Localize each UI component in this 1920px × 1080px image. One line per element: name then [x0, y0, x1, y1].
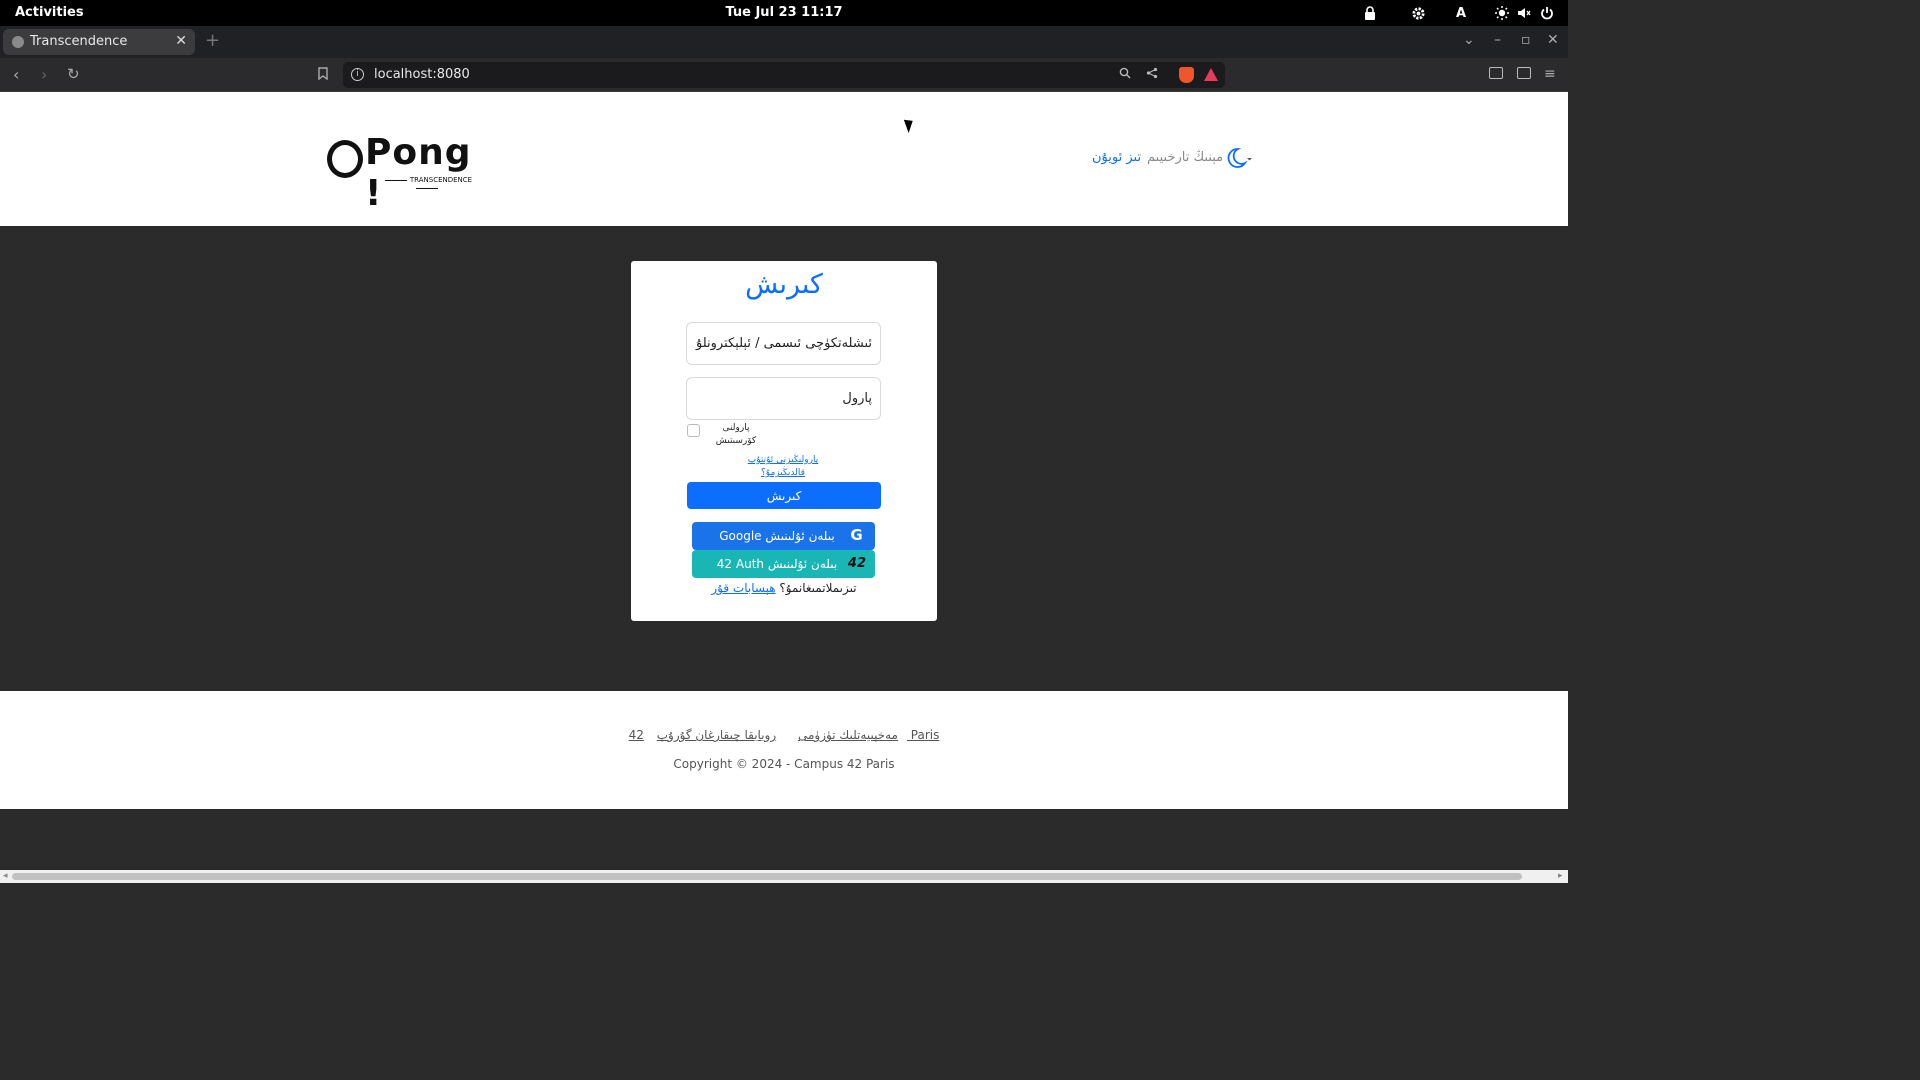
- school-42-icon: 42: [847, 556, 866, 571]
- volume-icon[interactable]: [1516, 4, 1532, 22]
- google-button-label: Google بىلەن ئۇلىنىش: [719, 529, 835, 543]
- close-window-icon[interactable]: ✕: [1547, 32, 1559, 48]
- signup-link[interactable]: ھېسابات قۇر: [711, 581, 775, 595]
- footer-link-team[interactable]: روبابقا چىقارغان گۇرۇپ: [657, 728, 776, 742]
- google-g-icon: G: [850, 526, 863, 544]
- site-info-icon[interactable]: i: [351, 68, 364, 81]
- login-title: كىرىش: [745, 269, 823, 300]
- login-button-label: كىرىش: [766, 488, 802, 503]
- footer-links: مەخپىيەتلىك تۈزۈمى روبابقا چىقارغان گۇرۇ…: [0, 728, 1568, 742]
- logo-word: Pong !: [365, 132, 472, 214]
- settings-icon[interactable]: [1409, 4, 1427, 22]
- clock[interactable]: Tue Jul 23 11:17: [0, 5, 1568, 20]
- show-password-checkbox[interactable]: [687, 424, 700, 437]
- forward-icon[interactable]: ›: [41, 65, 47, 84]
- lock-icon[interactable]: [1362, 4, 1378, 22]
- brightness-icon[interactable]: [1494, 4, 1510, 22]
- share-icon[interactable]: [1146, 67, 1158, 83]
- tab-strip: Transcendence ✕ + ⌄ – ▫ ✕: [0, 26, 1568, 58]
- maximize-icon[interactable]: ▫: [1521, 32, 1531, 48]
- browser-toolbar: ‹ › ↻ i localhost:8080 ≡: [0, 58, 1568, 92]
- site-footer: مەخپىيەتلىك تۈزۈمى روبابقا چىقارغان گۇرۇ…: [0, 691, 1568, 809]
- logo-ring: [327, 140, 363, 178]
- site-header: Pong ! TRANSCENDENCE تىز ئويۇن مېنىڭ تار…: [0, 92, 1568, 226]
- signup-prompt-text: تىزىملاتمىغانمۇ؟: [779, 581, 857, 595]
- forgot-password-link[interactable]: پارولىڭىزنى ئۇنتۇپ قالدىڭىزمۇ؟: [731, 454, 835, 480]
- address-bar[interactable]: i localhost:8080: [343, 62, 1225, 88]
- sidebar-toggle-icon[interactable]: [1489, 67, 1503, 79]
- url-text[interactable]: localhost:8080: [374, 67, 470, 82]
- minimize-icon[interactable]: –: [1494, 32, 1501, 48]
- brave-rewards-icon[interactable]: [1204, 68, 1218, 81]
- footer-link-privacy[interactable]: مەخپىيەتلىك تۈزۈمى: [798, 728, 898, 742]
- zoom-icon[interactable]: [1119, 67, 1131, 83]
- signup-prompt: تىزىملاتمىغانمۇ؟ ھېسابات قۇر: [631, 581, 937, 595]
- tab-title: Transcendence: [30, 34, 128, 49]
- menu-icon[interactable]: ≡: [1544, 66, 1556, 82]
- auth42-button-label: 42 Auth بىلەن ئۇلىنىش: [716, 557, 838, 571]
- bookmark-icon[interactable]: [318, 67, 328, 84]
- copyright: Copyright © 2024 - Campus 42 Paris: [673, 757, 895, 771]
- nav-quick-play[interactable]: تىز ئويۇن: [1092, 150, 1141, 165]
- system-top-bar: Activities Tue Jul 23 11:17 A: [0, 0, 1568, 26]
- reload-icon[interactable]: ↻: [67, 65, 80, 83]
- auth42-login-button[interactable]: 42 Auth بىلەن ئۇلىنىش 42: [692, 550, 875, 578]
- keyboard-layout-icon[interactable]: A: [1454, 4, 1468, 22]
- password-input[interactable]: [686, 377, 881, 420]
- back-icon[interactable]: ‹: [13, 65, 19, 84]
- theme-toggle-moon-icon[interactable]: [1226, 147, 1252, 169]
- google-login-button[interactable]: Google بىلەن ئۇلىنىش G: [692, 522, 875, 550]
- username-input[interactable]: [686, 322, 881, 365]
- login-button[interactable]: كىرىش: [687, 482, 881, 509]
- brave-shields-icon[interactable]: [1179, 67, 1194, 83]
- tab-transcendence[interactable]: Transcendence ✕: [3, 29, 195, 55]
- scroll-left-icon[interactable]: ◂: [3, 871, 8, 881]
- show-password-label: پارولنى كۆرسىتىش: [715, 423, 757, 446]
- tab-list-chevron-icon[interactable]: ⌄: [1463, 32, 1475, 48]
- power-icon[interactable]: [1539, 4, 1555, 22]
- logo-subtitle: TRANSCENDENCE: [373, 176, 481, 192]
- pong-logo[interactable]: Pong ! TRANSCENDENCE: [325, 132, 485, 214]
- close-tab-icon[interactable]: ✕: [175, 33, 187, 49]
- scrollbar-thumb[interactable]: [12, 873, 1522, 880]
- wallet-icon[interactable]: [1517, 67, 1531, 79]
- login-card: كىرىش پارولنى كۆرسىتىش پارولىڭىزنى ئۇنتۇ…: [631, 261, 937, 621]
- horizontal-scrollbar[interactable]: ◂ ▸: [0, 870, 1568, 883]
- new-tab-button[interactable]: +: [205, 30, 220, 51]
- web-page: Pong ! TRANSCENDENCE تىز ئويۇن مېنىڭ تار…: [0, 92, 1568, 870]
- globe-icon: [12, 36, 24, 48]
- scroll-right-icon[interactable]: ▸: [1558, 871, 1563, 881]
- nav-history[interactable]: مېنىڭ تارخىيىم: [1147, 150, 1223, 165]
